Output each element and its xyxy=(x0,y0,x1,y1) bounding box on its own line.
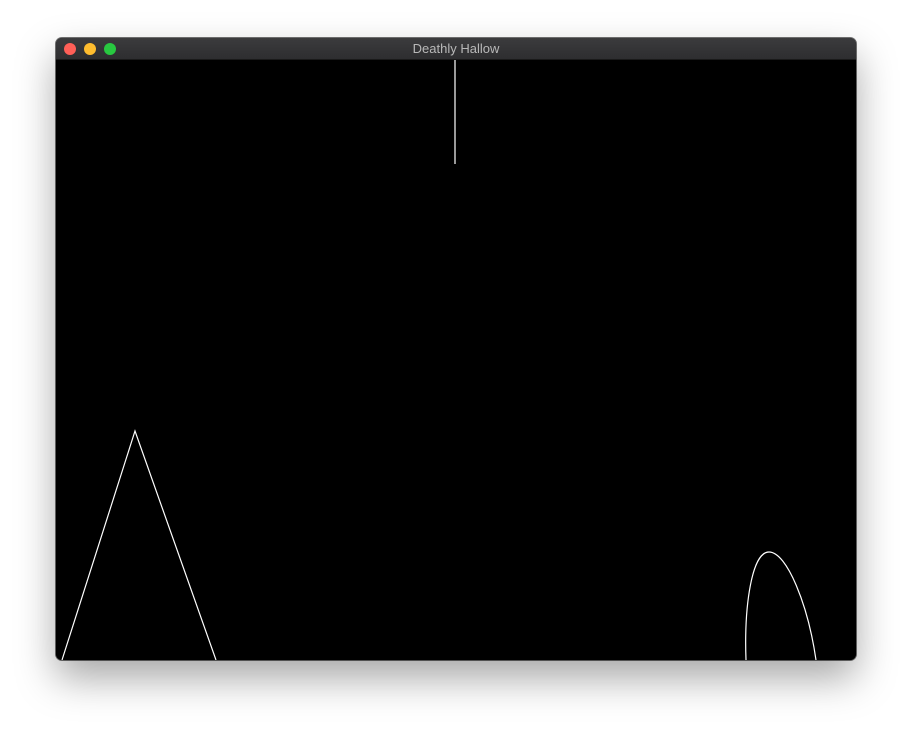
circle-arc xyxy=(745,551,817,660)
drawing-canvas xyxy=(56,60,856,660)
window-title: Deathly Hallow xyxy=(412,41,500,56)
drawing-surface xyxy=(61,60,817,660)
triangle-outline xyxy=(61,429,217,660)
title-bar[interactable]: Deathly Hallow xyxy=(56,38,856,60)
app-window: Deathly Hallow xyxy=(56,38,856,660)
